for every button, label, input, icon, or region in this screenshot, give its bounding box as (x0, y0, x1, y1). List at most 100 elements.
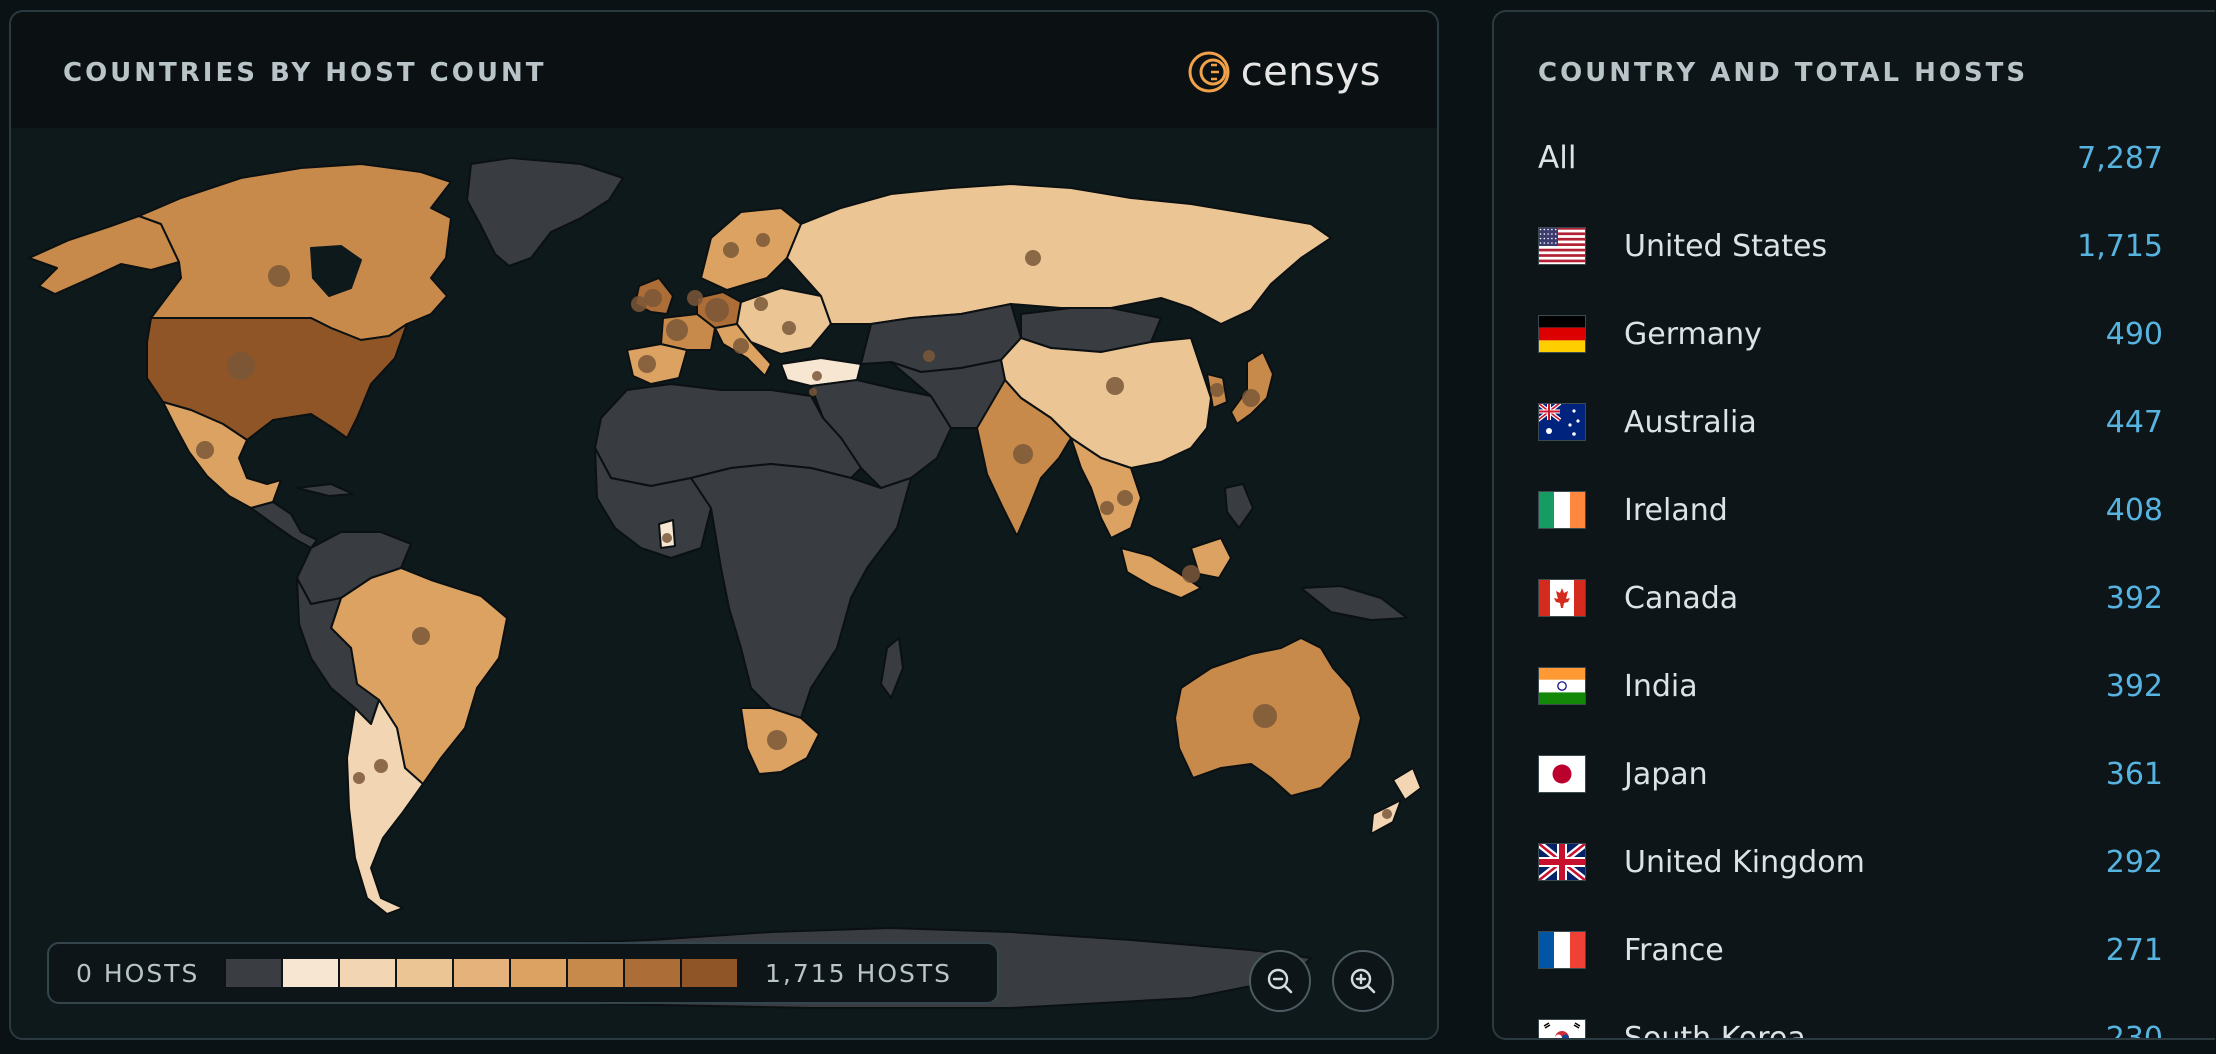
legend-swatch (397, 959, 454, 987)
host-count: 392 (2105, 580, 2163, 616)
country-scandinavia[interactable] (700, 207, 802, 291)
country-name: France (1624, 932, 1724, 968)
country-spain-portugal[interactable] (626, 343, 688, 385)
list-item[interactable]: United States 1,715 (1538, 216, 2163, 276)
marker-sweden[interactable] (723, 242, 739, 258)
country-new-zealand[interactable] (1392, 767, 1422, 801)
list-item[interactable]: Canada 392 (1538, 568, 2163, 628)
list-item[interactable]: France 271 (1538, 920, 2163, 980)
legend-max-label: 1,715 HOSTS (765, 958, 953, 988)
country-papua[interactable] (1300, 585, 1408, 621)
host-count: 230 (2105, 1020, 2163, 1040)
country-madagascar[interactable] (880, 637, 904, 699)
marker-canada[interactable] (268, 265, 290, 287)
country-central-africa[interactable] (690, 463, 912, 719)
legend-color-scale (226, 959, 739, 987)
us-flag-icon (1538, 227, 1586, 265)
country-japan[interactable] (1230, 351, 1274, 425)
zoom-in-button[interactable] (1332, 950, 1394, 1012)
marker-japan[interactable] (1242, 389, 1260, 407)
marker-germany[interactable] (705, 298, 729, 322)
marker-romania[interactable] (782, 321, 796, 335)
marker-argentina[interactable] (374, 759, 388, 773)
france-flag-icon (1538, 931, 1586, 969)
marker-australia[interactable] (1253, 704, 1277, 728)
marker-finland[interactable] (756, 233, 770, 247)
japan-flag-icon (1538, 755, 1586, 793)
list-item[interactable]: India 392 (1538, 656, 2163, 716)
host-count: 292 (2105, 844, 2163, 880)
country-name: Australia (1624, 404, 1757, 440)
legend-swatch (511, 959, 568, 987)
marker-poland[interactable] (754, 297, 768, 311)
zoom-out-button[interactable] (1249, 950, 1311, 1012)
country-cuba[interactable] (296, 483, 354, 497)
legend-swatch (283, 959, 340, 987)
marker-turkey[interactable] (812, 371, 822, 381)
list-item-all[interactable]: All 7,287 (1538, 128, 2163, 188)
list-item[interactable]: South Korea 230 (1538, 1008, 2163, 1040)
marker-thailand[interactable] (1100, 501, 1114, 515)
country-central-america[interactable] (250, 501, 318, 549)
country-name: United States (1624, 228, 1828, 264)
marker-mexico[interactable] (196, 441, 214, 459)
marker-france[interactable] (666, 319, 688, 341)
marker-china[interactable] (1106, 377, 1124, 395)
ireland-flag-icon (1538, 491, 1586, 529)
country-name: Japan (1624, 756, 1708, 792)
marker-vietnam[interactable] (1117, 490, 1133, 506)
host-count: 392 (2105, 668, 2163, 704)
list-item[interactable]: Australia 447 (1536, 392, 2163, 452)
brand-name: censys (1240, 49, 1381, 95)
map-title: COUNTRIES BY HOST COUNT (63, 58, 547, 88)
canada-flag-icon (1538, 579, 1586, 617)
country-name: United Kingdom (1624, 844, 1865, 880)
legend-swatch (226, 959, 283, 987)
marker-spain[interactable] (638, 355, 656, 373)
list-title: COUNTRY AND TOTAL HOSTS (1538, 58, 2029, 88)
legend-swatch (568, 959, 625, 987)
country-name: Germany (1624, 316, 1762, 352)
zoom-in-icon (1350, 968, 1376, 994)
world-map-svg[interactable] (11, 128, 1439, 1040)
germany-flag-icon (1538, 315, 1586, 354)
list-item[interactable]: Japan 361 (1538, 744, 2163, 804)
country-alaska[interactable] (28, 215, 180, 295)
list-item[interactable]: Ireland 408 (1538, 480, 2163, 540)
map-panel: COUNTRIES BY HOST COUNT censys 0 HOSTS 1… (9, 10, 1439, 1040)
marker-netherlands[interactable] (687, 290, 703, 306)
country-list-panel: COUNTRY AND TOTAL HOSTS All 7,287 United… (1492, 10, 2215, 1040)
legend-swatch (682, 959, 739, 987)
australia-flag-icon (1536, 401, 1586, 441)
marker-italy[interactable] (733, 338, 749, 354)
country-canada[interactable] (138, 163, 452, 341)
country-russia[interactable] (786, 183, 1332, 325)
zoom-out-icon (1267, 968, 1293, 994)
marker-new-zealand[interactable] (1382, 809, 1392, 819)
marker-united-states[interactable] (227, 352, 255, 380)
uk-flag-icon (1535, 840, 1589, 884)
marker-south-africa[interactable] (767, 730, 787, 750)
host-count: 1,715 (2077, 228, 2163, 264)
marker-ghana[interactable] (662, 533, 672, 543)
world-map[interactable] (11, 128, 1437, 1038)
marker-russia[interactable] (1025, 250, 1041, 266)
country-name: India (1624, 668, 1698, 704)
marker-brazil[interactable] (412, 627, 430, 645)
list-item[interactable]: United Kingdom 292 (1535, 832, 2163, 892)
marker-indonesia[interactable] (1182, 565, 1200, 583)
legend-swatch (340, 959, 397, 987)
country-greenland[interactable] (466, 157, 624, 267)
country-philippines[interactable] (1224, 483, 1254, 529)
marker-israel[interactable] (809, 388, 817, 396)
host-count: 7,287 (2077, 140, 2163, 176)
host-count: 447 (2105, 404, 2163, 440)
censys-logo-icon (1188, 51, 1230, 93)
marker-georgia[interactable] (923, 350, 935, 362)
map-header: COUNTRIES BY HOST COUNT censys (11, 12, 1437, 128)
marker-ireland[interactable] (631, 296, 647, 312)
marker-india[interactable] (1013, 444, 1033, 464)
marker-south-korea[interactable] (1210, 383, 1224, 397)
list-item[interactable]: Germany 490 (1538, 304, 2163, 364)
marker-chile[interactable] (353, 772, 365, 784)
